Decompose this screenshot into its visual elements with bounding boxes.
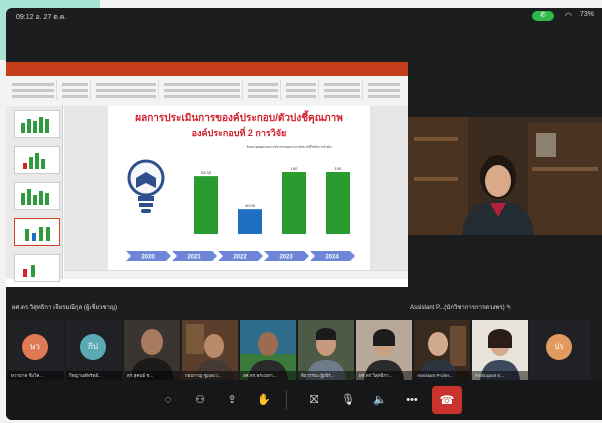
- slide-bar: [238, 209, 262, 234]
- avatar: กิป: [80, 334, 106, 360]
- slide-thumbnail[interactable]: [14, 110, 60, 138]
- active-call-icon[interactable]: ✆: [532, 11, 554, 21]
- share-icon[interactable]: ⇪: [220, 388, 244, 412]
- participant-name: ดร.สุคนธ์ ช...: [124, 371, 180, 380]
- slide-thumbnail[interactable]: [14, 182, 60, 210]
- slide-title: ผลการประเมินการของค์ประกอบ/ตัวบ่งชี้คุณภ…: [135, 113, 343, 124]
- participant-name: กิตญานต์ทรัพย์...: [66, 371, 122, 380]
- slide-thumbnails[interactable]: [6, 106, 63, 282]
- people-icon[interactable]: ⚇: [188, 388, 212, 412]
- participant-name: ผศ.ดร.วิสุทธิกา...: [356, 371, 412, 380]
- slide-bar-label: 100: [335, 166, 342, 171]
- lightbulb-book-icon: [127, 159, 165, 213]
- avatar: ปร: [546, 334, 572, 360]
- slide-thumbnail[interactable]: [14, 254, 60, 282]
- more-icon[interactable]: •••: [400, 388, 424, 412]
- participant-tile[interactable]: ติยวรรณ (ผู้เข้ร...: [298, 320, 354, 380]
- slide-canvas: ผลการประเมินการของค์ประกอบ/ตัวบ่งชี้คุณภ…: [64, 106, 408, 279]
- chat-icon[interactable]: ◌: [156, 388, 180, 412]
- participant-name: กอบกาญ ซูเอลเว...: [182, 371, 238, 380]
- slide-bar-label: 40.00: [245, 203, 256, 208]
- participant-tile[interactable]: กิป กิตญานต์ทรัพย์...: [66, 320, 122, 380]
- ppt-ribbon[interactable]: [6, 76, 408, 107]
- shared-screen[interactable]: ผลการประเมินการของค์ประกอบ/ตัวบ่งชี้คุณภ…: [6, 62, 408, 287]
- slide: ผลการประเมินการของค์ประกอบ/ตัวบ่งชี้คุณภ…: [108, 106, 370, 274]
- reactions-icon[interactable]: ✋: [252, 388, 276, 412]
- participant-tile[interactable]: ปร: [530, 320, 590, 380]
- participant-tile[interactable]: Assistant Profes...: [414, 320, 470, 380]
- slide-bar-chart: 93.33 40.00 100 100: [194, 166, 350, 234]
- controls-divider: [286, 390, 287, 410]
- participant-name: ติยวรรณ (ผู้เข้ร...: [298, 371, 354, 380]
- participant-tile[interactable]: ษว ษวามาต ชิงโค...: [8, 320, 64, 380]
- participant-tile[interactable]: ดร.สุคนธ์ ช...: [124, 320, 180, 380]
- slide-subtitle: องค์ประกอบที่ 2 การวิจัย: [191, 128, 287, 138]
- year-label: 2020: [141, 255, 155, 261]
- slide-note: ร้อยละของผลงานทางวิชาการของอาจารย์ประจำท…: [246, 145, 332, 149]
- participant-name: ษวามาต ชิงโค...: [8, 371, 64, 380]
- tablet-screen: 09:12 อ. 27 ต.ค. ✆ ◠ 73% ผลการประเมินการ…: [6, 8, 602, 420]
- slide-thumbnail[interactable]: [14, 146, 60, 174]
- participant-name: Participant K...: [472, 371, 528, 380]
- status-bar: 09:12 อ. 27 ต.ค. ✆ ◠ 73%: [6, 8, 602, 24]
- slide-bar-label: 100: [291, 166, 298, 171]
- shared-screen-label: ผศ.ดร.วิสุทธิกา เจียรมณีกุล (ผู้เชี่ยวชา…: [12, 305, 117, 311]
- speaker-icon[interactable]: 🔈: [368, 388, 392, 412]
- participant-tile[interactable]: ผศ.ดร.พระมหา...: [240, 320, 296, 380]
- participant-name: Assistant Profes...: [414, 371, 470, 380]
- mic-off-icon[interactable]: 🎙: [336, 388, 360, 412]
- wifi-icon: ◠: [565, 11, 572, 20]
- slide-bar: [194, 176, 218, 234]
- camera-off-icon[interactable]: ⛝: [302, 388, 326, 412]
- avatar: ษว: [22, 334, 48, 360]
- main-speaker-video[interactable]: [408, 117, 602, 235]
- participant-tile[interactable]: กอบกาญ ซูเอลเว...: [182, 320, 238, 380]
- participant-tile[interactable]: Participant K...: [472, 320, 528, 380]
- year-label: 2023: [279, 255, 293, 261]
- battery-indicator: 73%: [579, 11, 594, 18]
- slide-bar: [282, 172, 306, 234]
- status-time: 09:12 อ. 27 ต.ค.: [16, 14, 67, 21]
- year-label: 2024: [325, 255, 339, 261]
- year-label: 2022: [233, 255, 247, 261]
- participant-name: ผศ.ดร.พระมหา...: [240, 371, 296, 380]
- hang-up-button[interactable]: ☎: [432, 386, 462, 414]
- main-video-label: Assistant P...(นักวิชาการการดวงพร) ✎: [410, 305, 512, 311]
- ppt-status-bar: [64, 270, 408, 279]
- meeting-controls: ◌ ⚇ ⇪ ✋ ⛝ 🎙 🔈 ••• ☎: [6, 380, 602, 420]
- ppt-title-bar: [6, 62, 408, 70]
- slide-bar-label: 93.33: [201, 170, 212, 175]
- slide-thumbnail-selected[interactable]: [14, 218, 60, 246]
- speaker-silhouette: [462, 155, 534, 235]
- slide-year-timeline: 2020 2021 2022 2023 2024: [126, 251, 355, 261]
- slide-bar: [326, 172, 350, 234]
- participant-tile[interactable]: ผศ.ดร.วิสุทธิกา...: [356, 320, 412, 380]
- year-label: 2021: [187, 255, 201, 261]
